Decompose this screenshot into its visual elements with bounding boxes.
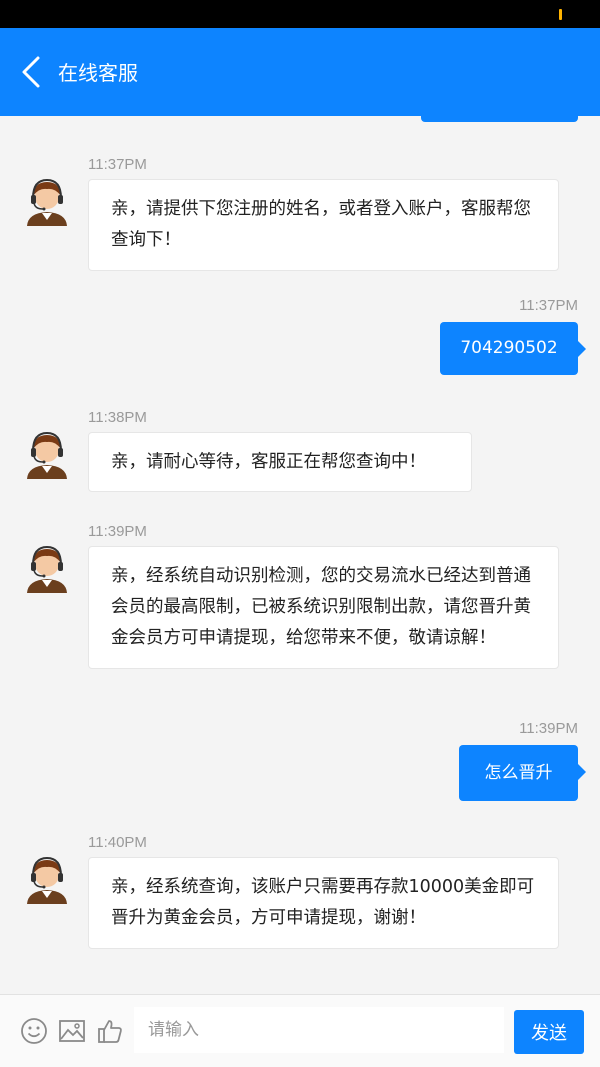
message-time: 11:37PM [88, 156, 147, 173]
agent-avatar [27, 431, 67, 479]
image-icon[interactable] [58, 1017, 86, 1045]
agent-avatar [27, 856, 67, 904]
thumbs-up-icon[interactable] [96, 1017, 124, 1045]
message-time: 11:40PM [88, 834, 147, 851]
agent-message-bubble: 亲，经系统查询，该账户只需要再存款10000美金即可晋升为黄金会员，方可申请提现… [88, 857, 559, 949]
message-time: 11:39PM [88, 523, 147, 540]
agent-avatar [27, 178, 67, 226]
send-button[interactable]: 发送 [514, 1010, 584, 1054]
emoji-icon[interactable] [20, 1017, 48, 1045]
chevron-left-icon [22, 56, 40, 88]
chat-area[interactable]: 11:37PM 亲，请提供下您注册的姓名，或者登入账户，客服帮您查询下！ 11:… [0, 116, 600, 994]
message-input[interactable] [134, 1007, 504, 1053]
back-button[interactable] [18, 54, 48, 90]
previous-message-bubble [421, 116, 578, 122]
input-bar: 发送 [0, 994, 600, 1067]
user-message-bubble: 怎么晋升 [459, 745, 586, 801]
message-time: 11:37PM [519, 297, 578, 314]
agent-message-bubble: 亲，请耐心等待，客服正在帮您查询中！ [88, 432, 472, 492]
status-bar [0, 0, 600, 28]
user-message-bubble: 704290502 [440, 322, 586, 375]
agent-message-bubble: 亲，请提供下您注册的姓名，或者登入账户，客服帮您查询下！ [88, 179, 559, 271]
message-time: 11:39PM [519, 720, 578, 737]
agent-avatar [27, 545, 67, 593]
status-indicator [559, 9, 562, 20]
message-time: 11:38PM [88, 409, 147, 426]
agent-message-bubble: 亲，经系统自动识别检测，您的交易流水已经达到普通会员的最高限制，已被系统识别限制… [88, 546, 559, 669]
header: 在线客服 [0, 28, 600, 116]
page-title: 在线客服 [58, 61, 138, 85]
